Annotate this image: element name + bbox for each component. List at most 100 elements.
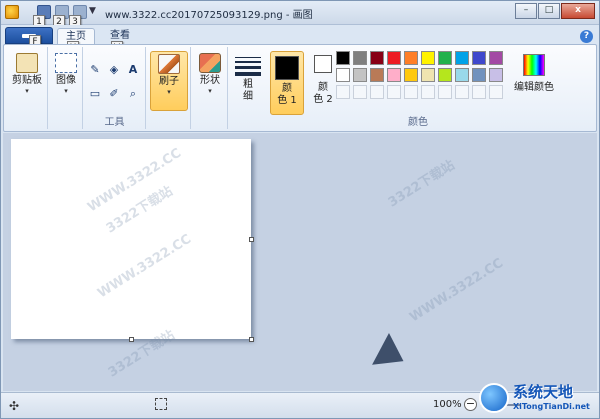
clipboard-label: 剪贴板	[12, 75, 42, 86]
drawing-canvas[interactable]: WWW.3322.CC 3322下载站 WWW.3322.CC	[11, 139, 251, 339]
palette-color-swatch[interactable]	[421, 68, 435, 82]
palette-custom-slot[interactable]	[353, 85, 367, 99]
resize-handle-corner[interactable]	[249, 337, 254, 342]
select-image-icon	[55, 53, 77, 73]
brush-icon	[158, 54, 180, 74]
selection-size-icon	[155, 398, 167, 410]
image-group: 图像 ▾	[49, 47, 83, 129]
palette-color-swatch[interactable]	[353, 68, 367, 82]
palette-custom-slot[interactable]	[472, 85, 486, 99]
close-button[interactable]: x	[561, 3, 595, 19]
shapes-label: 形状	[200, 75, 220, 86]
palette-color-swatch[interactable]	[489, 68, 503, 82]
title-bar: ▼ 1 2 3 www.3322.cc20170725093129.png - …	[1, 1, 599, 29]
palette-color-swatch[interactable]	[387, 68, 401, 82]
edit-colors-icon	[523, 54, 545, 76]
color-2-swatch	[314, 55, 332, 73]
palette-color-swatch[interactable]	[489, 51, 503, 65]
mouse-cursor-icon	[372, 333, 412, 377]
size-label-top: 粗	[243, 79, 253, 90]
size-label-bottom: 细	[243, 91, 253, 102]
zoom-out-button[interactable]: −	[464, 398, 477, 411]
palette-color-swatch[interactable]	[455, 51, 469, 65]
palette-color-swatch[interactable]	[438, 68, 452, 82]
clipboard-icon	[16, 53, 38, 73]
minimize-button[interactable]: –	[515, 3, 537, 19]
palette-color-swatch[interactable]	[472, 68, 486, 82]
paint-window: ▼ 1 2 3 www.3322.cc20170725093129.png - …	[0, 0, 600, 419]
edit-colors-button[interactable]: 编辑颜色	[512, 51, 556, 93]
tools-group-label: 工具	[104, 117, 125, 128]
palette-custom-slot[interactable]	[387, 85, 401, 99]
ribbon-tab-row: F 主页 H 查看 V ?	[1, 25, 599, 55]
clipboard-caret-icon: ▾	[25, 87, 29, 95]
color-2-label-bottom: 色 2	[313, 94, 333, 105]
fill-bucket-icon[interactable]: ◈	[105, 61, 123, 79]
palette-color-swatch[interactable]	[421, 51, 435, 65]
resize-handle-bottom[interactable]	[129, 337, 134, 342]
colors-group: 颜 色 1 颜 色 2 编辑颜色 颜色	[268, 47, 568, 129]
clipboard-group: 剪贴板 ▾	[6, 47, 48, 129]
palette-color-swatch[interactable]	[438, 51, 452, 65]
shapes-icon	[199, 53, 221, 73]
site-logo-title: 系统天地	[513, 383, 574, 401]
text-tool-icon[interactable]: A	[124, 61, 142, 79]
color-1-swatch	[275, 56, 299, 80]
palette-color-swatch[interactable]	[404, 51, 418, 65]
color-1-label-top: 颜	[282, 83, 292, 94]
shapes-button[interactable]: 形状 ▾	[191, 51, 229, 109]
image-label: 图像	[56, 75, 76, 86]
tools-group: ✎ ◈ A ▭ ✐ ⌕ 工具	[84, 47, 146, 129]
palette-color-swatch[interactable]	[370, 51, 384, 65]
pencil-icon[interactable]: ✎	[86, 61, 104, 79]
eraser-icon[interactable]: ▭	[86, 85, 104, 103]
image-button[interactable]: 图像 ▾	[47, 51, 85, 109]
size-button[interactable]: 粗 细	[229, 51, 267, 109]
shapes-caret-icon: ▾	[208, 87, 212, 95]
window-title: www.3322.cc20170725093129.png - 画图	[105, 10, 313, 21]
watermark: WWW.3322.CC	[95, 231, 194, 302]
shapes-group: 形状 ▾	[192, 47, 228, 129]
palette-color-swatch[interactable]	[472, 51, 486, 65]
image-caret-icon: ▾	[64, 87, 68, 95]
site-logo-icon	[479, 383, 509, 413]
palette-custom-slot[interactable]	[336, 85, 350, 99]
brushes-button[interactable]: 刷子 ▾	[150, 51, 188, 111]
canvas-area[interactable]: WWW.3322.CC 3322下载站 WWW.3322.CC 3322下载站 …	[3, 133, 597, 391]
brushes-group: 刷子 ▾	[147, 47, 191, 129]
color-2-button[interactable]: 颜 色 2	[306, 51, 340, 115]
colors-group-label: 颜色	[408, 117, 428, 128]
palette-color-swatch[interactable]	[353, 51, 367, 65]
watermark: 3322下载站	[385, 157, 458, 211]
maximize-button[interactable]: □	[538, 3, 560, 19]
palette-color-swatch[interactable]	[387, 51, 401, 65]
palette-color-swatch[interactable]	[336, 51, 350, 65]
palette-color-swatch[interactable]	[336, 68, 350, 82]
site-logo: 系统天地 XiTongTianDi.net	[477, 377, 600, 419]
magnifier-icon[interactable]: ⌕	[124, 85, 142, 103]
color-1-label-bottom: 色 1	[277, 95, 297, 106]
palette-color-swatch[interactable]	[404, 68, 418, 82]
clipboard-button[interactable]: 剪贴板 ▾	[8, 51, 46, 109]
quick-access-dropdown-icon[interactable]: ▼	[89, 6, 96, 16]
palette-custom-slot[interactable]	[489, 85, 503, 99]
size-group: 粗 细	[229, 47, 267, 129]
edit-colors-label: 编辑颜色	[514, 82, 554, 93]
palette-custom-slot[interactable]	[370, 85, 384, 99]
color-2-label-top: 颜	[318, 82, 328, 93]
palette-custom-slot[interactable]	[404, 85, 418, 99]
palette-custom-slot[interactable]	[438, 85, 452, 99]
paint-app-icon[interactable]	[5, 5, 19, 19]
palette-color-swatch[interactable]	[455, 68, 469, 82]
resize-handle-right[interactable]	[249, 237, 254, 242]
color-picker-icon[interactable]: ✐	[105, 85, 123, 103]
brushes-label: 刷子	[159, 76, 179, 87]
brushes-caret-icon: ▾	[167, 88, 171, 96]
color-1-button[interactable]: 颜 色 1	[270, 51, 304, 115]
palette-custom-slot[interactable]	[421, 85, 435, 99]
palette-custom-slot[interactable]	[455, 85, 469, 99]
cursor-position-icon: ✣	[9, 399, 20, 413]
watermark: WWW.3322.CC	[407, 255, 506, 326]
help-icon[interactable]: ?	[580, 30, 593, 43]
palette-color-swatch[interactable]	[370, 68, 384, 82]
